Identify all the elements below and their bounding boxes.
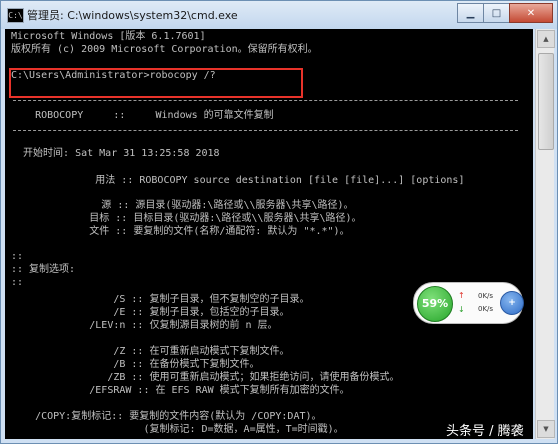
console-line: :: [11, 251, 24, 262]
console-line: 版权所有 (c) 2009 Microsoft Corporation。保留所有… [11, 44, 318, 55]
console-line: /LEV:n :: 仅复制源目录树的前 n 层。 [11, 320, 278, 331]
vertical-scrollbar[interactable]: ▲ ▼ [535, 29, 555, 439]
console-line: 开始时间: Sat Mar 31 13:25:58 2018 [11, 148, 220, 159]
scrollbar-thumb[interactable] [538, 53, 554, 150]
separator-line [13, 130, 518, 131]
console-line: :: [11, 277, 24, 288]
upload-arrow-icon: ↑ [458, 291, 465, 300]
close-icon: ✕ [526, 7, 536, 19]
title-bar[interactable]: C:\ 管理员: C:\windows\system32\cmd.exe ▁ □… [1, 1, 557, 29]
maximize-button[interactable]: □ [483, 3, 510, 23]
maximize-icon: □ [491, 7, 502, 19]
download-speed: 0K/s [478, 305, 494, 313]
console-line: (复制标记: D=数据，A=属性，T=时间戳)。 [11, 424, 344, 435]
scroll-down-arrow-icon[interactable]: ▼ [537, 420, 555, 438]
window-title: 管理员: C:\windows\system32\cmd.exe [27, 9, 238, 22]
plus-icon: + [508, 298, 516, 308]
console-line: 源 :: 源目录(驱动器:\路径或\\服务器\共享\路径)。 [11, 200, 354, 211]
memory-usage-gauge[interactable]: 59% [417, 286, 453, 322]
separator-line [13, 100, 518, 101]
scroll-up-arrow-icon[interactable]: ▲ [537, 30, 555, 48]
console-line: /S :: 复制子目录，但不复制空的子目录。 [11, 294, 310, 305]
cmd-app-icon[interactable]: C:\ [7, 8, 24, 23]
minimize-button[interactable]: ▁ [457, 3, 484, 23]
minimize-icon: ▁ [466, 7, 475, 19]
console-line: 文件 :: 要复制的文件(名称/通配符: 默认为 "*.*")。 [11, 226, 350, 237]
console-line: /B :: 在备份模式下复制文件。 [11, 359, 260, 370]
highlight-box [9, 68, 303, 98]
console-line: /EFSRAW :: 在 EFS RAW 模式下复制所有加密的文件。 [11, 385, 350, 396]
close-button[interactable]: ✕ [509, 3, 553, 23]
console-output[interactable]: Microsoft Windows [版本 6.1.7601] 版权所有 (c)… [5, 29, 533, 439]
console-line: /E :: 复制子目录，包括空的子目录。 [11, 307, 290, 318]
console-line: 用法 :: ROBOCOPY source destination [file … [11, 175, 465, 186]
accelerate-button[interactable]: + [500, 291, 524, 315]
watermark-text: 头条号 / 腾袭 [446, 424, 524, 439]
console-line: 目标 :: 目标目录(驱动器:\路径或\\服务器\共享\路径)。 [11, 213, 362, 224]
console-line: /ZB :: 使用可重新启动模式；如果拒绝访问，请使用备份模式。 [11, 372, 400, 383]
network-speed-widget[interactable]: 59% ↑ 0K/s ↓ 0K/s + [413, 282, 524, 324]
console-line: /Z :: 在可重新启动模式下复制文件。 [11, 346, 290, 357]
window-controls: ▁ □ ✕ [457, 3, 553, 23]
console-line: Microsoft Windows [版本 6.1.7601] [11, 31, 206, 42]
download-arrow-icon: ↓ [458, 305, 465, 314]
console-line: :: 复制选项: [11, 264, 76, 275]
upload-speed: 0K/s [478, 292, 494, 300]
console-line: /COPY:复制标记:: 要复制的文件内容(默认为 /COPY:DAT)。 [11, 411, 322, 422]
console-line: ROBOCOPY :: Windows 的可靠文件复制 [11, 110, 274, 121]
cmd-window: C:\ 管理员: C:\windows\system32\cmd.exe ▁ □… [0, 0, 558, 444]
